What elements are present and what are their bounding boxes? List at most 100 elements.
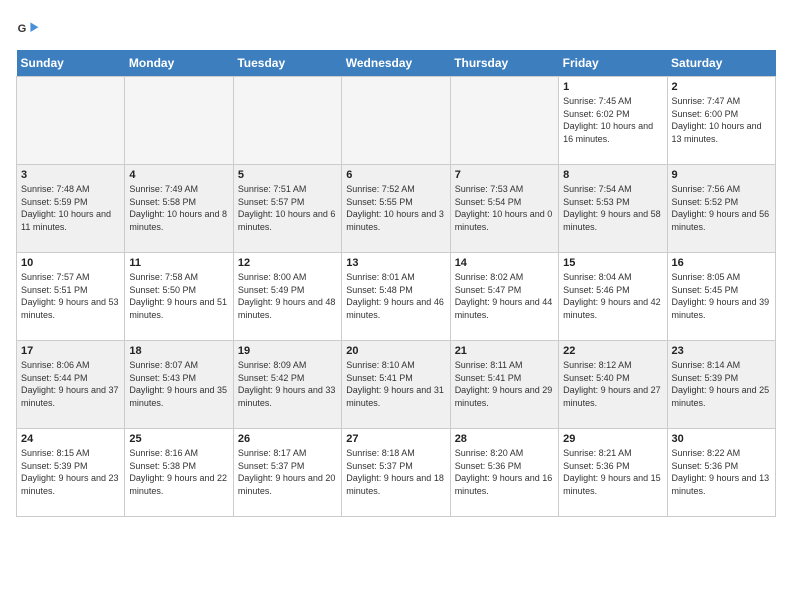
day-number: 26 bbox=[238, 433, 337, 445]
day-info: Sunrise: 7:57 AM Sunset: 5:51 PM Dayligh… bbox=[21, 271, 120, 321]
calendar-week-3: 10 Sunrise: 7:57 AM Sunset: 5:51 PM Dayli… bbox=[17, 253, 776, 341]
header-day-tuesday: Tuesday bbox=[233, 50, 341, 77]
calendar-cell: 20Sunrise: 8:10 AM Sunset: 5:41 PM Dayli… bbox=[342, 341, 450, 429]
calendar-cell: 16 Sunrise: 8:05 AM Sunset: 5:45 PM Dayli… bbox=[667, 253, 775, 341]
calendar-cell: 26 Sunrise: 8:17 AM Sunset: 5:37 PM Dayli… bbox=[233, 429, 341, 517]
day-info: Sunrise: 8:00 AM Sunset: 5:49 PM Dayligh… bbox=[238, 271, 337, 321]
day-number: 16 bbox=[672, 257, 771, 269]
calendar-cell: 29 Sunrise: 8:21 AM Sunset: 5:36 PM Dayli… bbox=[559, 429, 667, 517]
header-day-monday: Monday bbox=[125, 50, 233, 77]
calendar-cell bbox=[342, 77, 450, 165]
calendar-cell: 14 Sunrise: 8:02 AM Sunset: 5:47 PM Dayli… bbox=[450, 253, 558, 341]
day-info: Sunrise: 8:16 AM Sunset: 5:38 PM Dayligh… bbox=[129, 447, 228, 497]
header-day-friday: Friday bbox=[559, 50, 667, 77]
day-number: 28 bbox=[455, 433, 554, 445]
calendar-cell bbox=[17, 77, 125, 165]
header-day-sunday: Sunday bbox=[17, 50, 125, 77]
calendar-cell bbox=[125, 77, 233, 165]
day-info: Sunrise: 8:12 AM Sunset: 5:40 PM Dayligh… bbox=[563, 359, 662, 409]
day-number: 6 bbox=[346, 169, 445, 181]
svg-text:G: G bbox=[18, 23, 27, 35]
calendar-cell: 27Sunrise: 8:18 AM Sunset: 5:37 PM Dayli… bbox=[342, 429, 450, 517]
day-number: 19 bbox=[238, 345, 337, 357]
calendar-week-2: 3 Sunrise: 7:48 AM Sunset: 5:59 PM Daylig… bbox=[17, 165, 776, 253]
calendar-header-row: SundayMondayTuesdayWednesdayThursdayFrid… bbox=[17, 50, 776, 77]
day-number: 14 bbox=[455, 257, 554, 269]
day-number: 9 bbox=[672, 169, 771, 181]
calendar-cell bbox=[233, 77, 341, 165]
day-info: Sunrise: 7:48 AM Sunset: 5:59 PM Dayligh… bbox=[21, 183, 120, 233]
day-number: 13 bbox=[346, 257, 445, 269]
day-number: 17 bbox=[21, 345, 120, 357]
calendar-cell: 3 Sunrise: 7:48 AM Sunset: 5:59 PM Daylig… bbox=[17, 165, 125, 253]
day-info: Sunrise: 8:04 AM Sunset: 5:46 PM Dayligh… bbox=[563, 271, 662, 321]
calendar-cell bbox=[450, 77, 558, 165]
day-number: 15 bbox=[563, 257, 662, 269]
calendar-cell: 4 Sunrise: 7:49 AM Sunset: 5:58 PM Daylig… bbox=[125, 165, 233, 253]
calendar-cell: 30 Sunrise: 8:22 AM Sunset: 5:36 PM Dayli… bbox=[667, 429, 775, 517]
day-number: 18 bbox=[129, 345, 228, 357]
day-info: Sunrise: 7:51 AM Sunset: 5:57 PM Dayligh… bbox=[238, 183, 337, 233]
day-number: 4 bbox=[129, 169, 228, 181]
day-number: 30 bbox=[672, 433, 771, 445]
day-info: Sunrise: 7:47 AM Sunset: 6:00 PM Dayligh… bbox=[672, 95, 771, 145]
day-number: 3 bbox=[21, 169, 120, 181]
calendar-cell: 18 Sunrise: 8:07 AM Sunset: 5:43 PM Dayli… bbox=[125, 341, 233, 429]
day-info: Sunrise: 8:17 AM Sunset: 5:37 PM Dayligh… bbox=[238, 447, 337, 497]
day-info: Sunrise: 7:53 AM Sunset: 5:54 PM Dayligh… bbox=[455, 183, 554, 233]
calendar-table: SundayMondayTuesdayWednesdayThursdayFrid… bbox=[16, 50, 776, 517]
day-info: Sunrise: 8:11 AM Sunset: 5:41 PM Dayligh… bbox=[455, 359, 554, 409]
calendar-cell: 28 Sunrise: 8:20 AM Sunset: 5:36 PM Dayli… bbox=[450, 429, 558, 517]
day-number: 8 bbox=[563, 169, 662, 181]
calendar-cell: 23 Sunrise: 8:14 AM Sunset: 5:39 PM Dayli… bbox=[667, 341, 775, 429]
day-info: Sunrise: 8:07 AM Sunset: 5:43 PM Dayligh… bbox=[129, 359, 228, 409]
day-info: Sunrise: 8:21 AM Sunset: 5:36 PM Dayligh… bbox=[563, 447, 662, 497]
day-info: Sunrise: 8:18 AM Sunset: 5:37 PM Dayligh… bbox=[346, 447, 445, 497]
page-header: G bbox=[16, 16, 776, 40]
day-info: Sunrise: 7:49 AM Sunset: 5:58 PM Dayligh… bbox=[129, 183, 228, 233]
day-number: 23 bbox=[672, 345, 771, 357]
day-info: Sunrise: 7:58 AM Sunset: 5:50 PM Dayligh… bbox=[129, 271, 228, 321]
logo: G bbox=[16, 16, 44, 40]
day-info: Sunrise: 8:22 AM Sunset: 5:36 PM Dayligh… bbox=[672, 447, 771, 497]
calendar-cell: 17Sunrise: 8:06 AM Sunset: 5:44 PM Dayli… bbox=[17, 341, 125, 429]
calendar-cell: 9 Sunrise: 7:56 AM Sunset: 5:52 PM Daylig… bbox=[667, 165, 775, 253]
day-info: Sunrise: 8:14 AM Sunset: 5:39 PM Dayligh… bbox=[672, 359, 771, 409]
day-number: 2 bbox=[672, 81, 771, 93]
day-number: 12 bbox=[238, 257, 337, 269]
calendar-cell: 21 Sunrise: 8:11 AM Sunset: 5:41 PM Dayli… bbox=[450, 341, 558, 429]
day-info: Sunrise: 8:10 AM Sunset: 5:41 PM Dayligh… bbox=[346, 359, 445, 409]
day-number: 7 bbox=[455, 169, 554, 181]
logo-icon: G bbox=[16, 16, 40, 40]
calendar-cell: 2 Sunrise: 7:47 AM Sunset: 6:00 PM Daylig… bbox=[667, 77, 775, 165]
day-info: Sunrise: 8:02 AM Sunset: 5:47 PM Dayligh… bbox=[455, 271, 554, 321]
calendar-cell: 8 Sunrise: 7:54 AM Sunset: 5:53 PM Daylig… bbox=[559, 165, 667, 253]
calendar-cell: 25Sunrise: 8:16 AM Sunset: 5:38 PM Dayli… bbox=[125, 429, 233, 517]
calendar-cell: 1Sunrise: 7:45 AM Sunset: 6:02 PM Daylig… bbox=[559, 77, 667, 165]
day-number: 29 bbox=[563, 433, 662, 445]
calendar-week-1: 1Sunrise: 7:45 AM Sunset: 6:02 PM Daylig… bbox=[17, 77, 776, 165]
calendar-cell: 22Sunrise: 8:12 AM Sunset: 5:40 PM Dayli… bbox=[559, 341, 667, 429]
day-number: 5 bbox=[238, 169, 337, 181]
calendar-cell: 5 Sunrise: 7:51 AM Sunset: 5:57 PM Daylig… bbox=[233, 165, 341, 253]
day-info: Sunrise: 8:20 AM Sunset: 5:36 PM Dayligh… bbox=[455, 447, 554, 497]
calendar-cell: 19 Sunrise: 8:09 AM Sunset: 5:42 PM Dayli… bbox=[233, 341, 341, 429]
day-info: Sunrise: 7:54 AM Sunset: 5:53 PM Dayligh… bbox=[563, 183, 662, 233]
day-info: Sunrise: 7:56 AM Sunset: 5:52 PM Dayligh… bbox=[672, 183, 771, 233]
header-day-thursday: Thursday bbox=[450, 50, 558, 77]
calendar-cell: 15 Sunrise: 8:04 AM Sunset: 5:46 PM Dayli… bbox=[559, 253, 667, 341]
calendar-cell: 11 Sunrise: 7:58 AM Sunset: 5:50 PM Dayli… bbox=[125, 253, 233, 341]
day-info: Sunrise: 8:05 AM Sunset: 5:45 PM Dayligh… bbox=[672, 271, 771, 321]
day-number: 24 bbox=[21, 433, 120, 445]
calendar-cell: 12 Sunrise: 8:00 AM Sunset: 5:49 PM Dayli… bbox=[233, 253, 341, 341]
calendar-week-5: 24Sunrise: 8:15 AM Sunset: 5:39 PM Dayli… bbox=[17, 429, 776, 517]
day-number: 21 bbox=[455, 345, 554, 357]
day-info: Sunrise: 8:01 AM Sunset: 5:48 PM Dayligh… bbox=[346, 271, 445, 321]
day-info: Sunrise: 8:09 AM Sunset: 5:42 PM Dayligh… bbox=[238, 359, 337, 409]
day-number: 10 bbox=[21, 257, 120, 269]
calendar-cell: 13 Sunrise: 8:01 AM Sunset: 5:48 PM Dayli… bbox=[342, 253, 450, 341]
calendar-cell: 6Sunrise: 7:52 AM Sunset: 5:55 PM Daylig… bbox=[342, 165, 450, 253]
header-day-wednesday: Wednesday bbox=[342, 50, 450, 77]
day-number: 11 bbox=[129, 257, 228, 269]
day-info: Sunrise: 7:45 AM Sunset: 6:02 PM Dayligh… bbox=[563, 95, 662, 145]
